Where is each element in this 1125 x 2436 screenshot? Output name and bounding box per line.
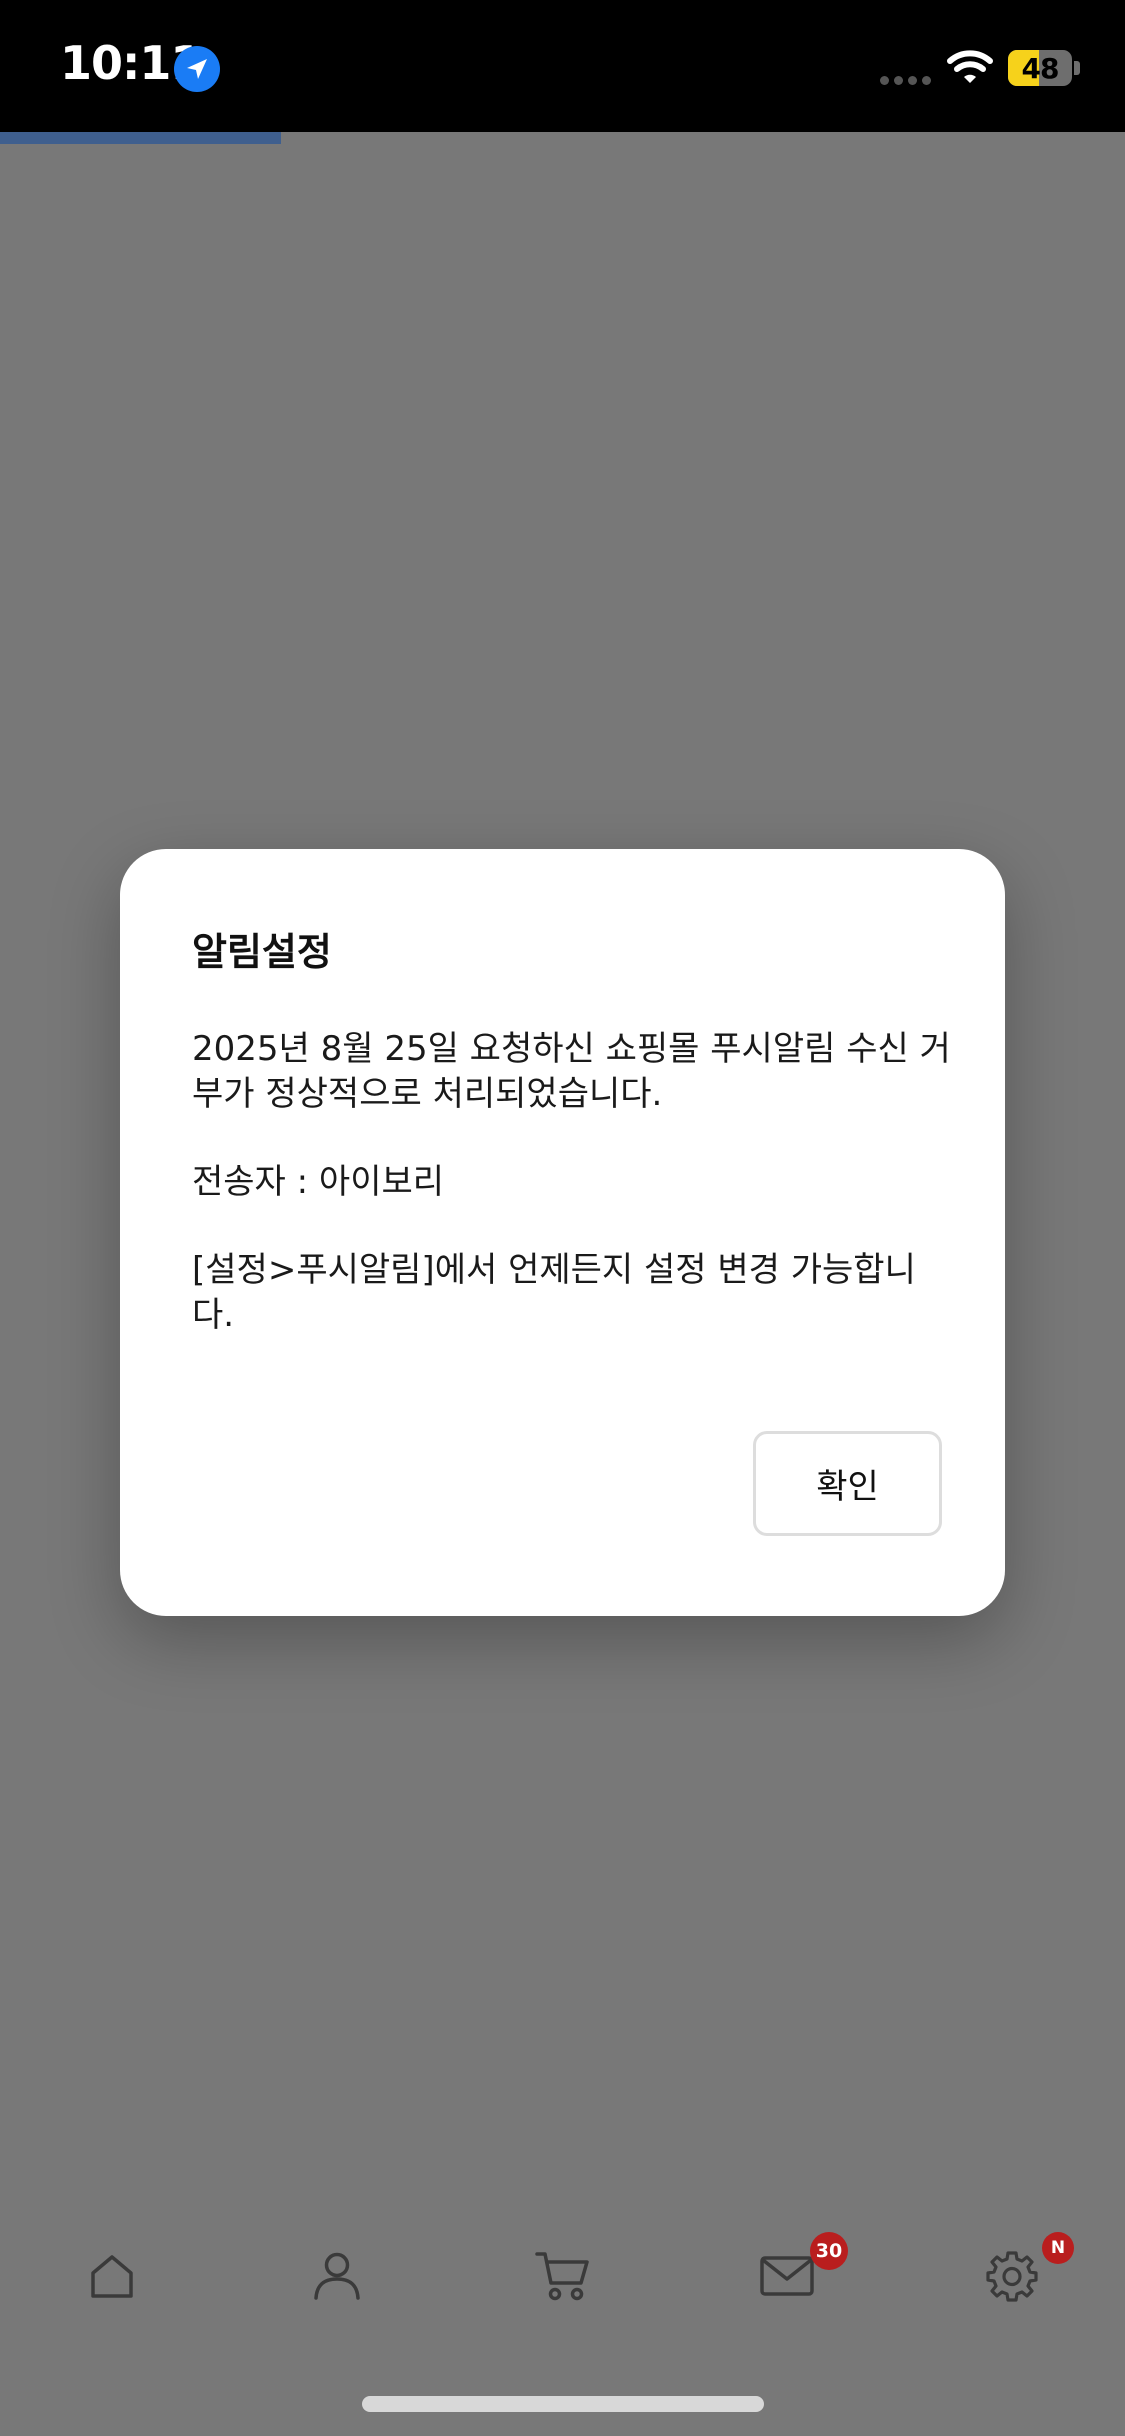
dialog-title: 알림설정 <box>192 930 332 974</box>
wifi-icon <box>946 48 994 90</box>
battery-level: 48 <box>1021 51 1060 85</box>
cart-icon <box>534 2249 590 2307</box>
nav-my-page[interactable] <box>281 2218 393 2338</box>
dialog-message: 2025년 8월 25일 요청하신 쇼핑몰 푸시알림 수신 거부가 정상적으로 … <box>192 1027 952 1381</box>
nav-home[interactable] <box>56 2218 168 2338</box>
status-bar: 10:11 48 <box>0 0 1125 132</box>
bottom-nav: 30 N <box>0 2218 1125 2338</box>
confirm-button[interactable]: 확인 <box>753 1431 942 1536</box>
dialog-settings-hint: [설정>푸시알림]에서 언제든지 설정 변경 가능합니다. <box>192 1250 916 1335</box>
messages-badge: 30 <box>810 2232 848 2270</box>
battery-icon: 48 <box>1008 50 1072 86</box>
page-loading-progress <box>0 132 1125 144</box>
battery-cap <box>1074 61 1080 75</box>
dialog-sender: 전송자 : 아이보리 <box>192 1162 445 1202</box>
mail-icon <box>759 2254 815 2302</box>
dialog-message-main: 2025년 8월 25일 요청하신 쇼핑몰 푸시알림 수신 거부가 정상적으로 … <box>192 1029 951 1114</box>
location-arrow-icon <box>174 46 220 92</box>
nav-settings[interactable]: N <box>956 2218 1074 2338</box>
user-icon <box>311 2250 363 2306</box>
settings-new-badge: N <box>1042 2232 1074 2264</box>
cellular-signal-icon <box>880 76 931 85</box>
nav-cart[interactable] <box>506 2218 618 2338</box>
home-indicator <box>362 2396 764 2412</box>
notification-settings-dialog: 알림설정 2025년 8월 25일 요청하신 쇼핑몰 푸시알림 수신 거부가 정… <box>120 849 1005 1616</box>
gear-icon <box>985 2249 1039 2307</box>
progress-fill <box>0 132 282 144</box>
nav-messages[interactable]: 30 <box>731 2218 848 2338</box>
home-icon <box>87 2251 137 2305</box>
